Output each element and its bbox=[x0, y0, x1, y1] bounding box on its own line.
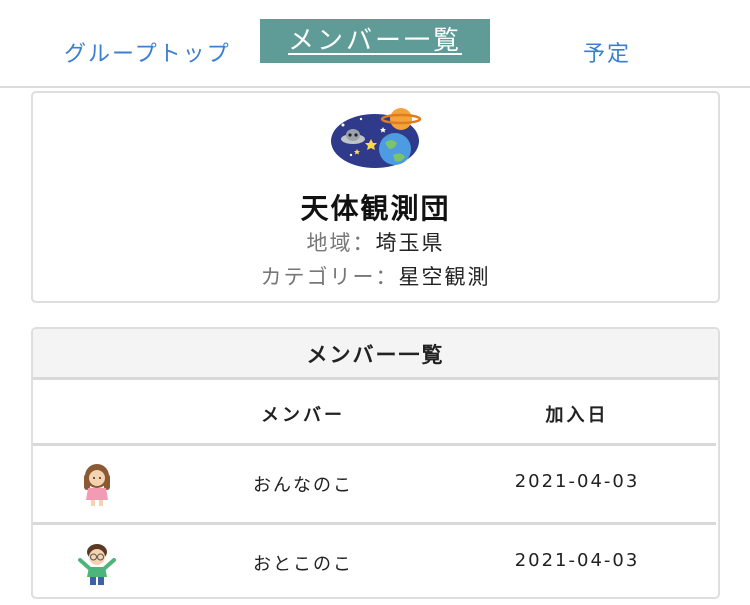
members-card: メンバー一覧 メンバー 加入日 おんなのこ 2021-04-03 おとこのこ 2… bbox=[31, 327, 720, 599]
column-header-joined: 加入日 bbox=[545, 405, 609, 426]
group-region: 地域：埼玉県 bbox=[33, 227, 718, 257]
space-planet-icon bbox=[331, 108, 422, 168]
divider bbox=[33, 522, 716, 525]
category-value: 星空観測 bbox=[398, 265, 491, 289]
members-section-title: メンバー一覧 bbox=[33, 329, 718, 378]
tab-schedule[interactable]: 予定 bbox=[583, 36, 631, 68]
divider bbox=[33, 443, 716, 446]
region-value: 埼玉県 bbox=[375, 231, 445, 255]
group-category: カテゴリー：星空観測 bbox=[33, 261, 718, 291]
column-header-member: メンバー bbox=[261, 405, 345, 426]
region-label: 地域： bbox=[306, 231, 376, 255]
tab-bar: グループトップ メンバー一覧 予定 bbox=[0, 0, 750, 88]
tab-group-top[interactable]: グループトップ bbox=[64, 36, 231, 68]
category-label: カテゴリー： bbox=[260, 265, 399, 289]
member-joined-date: 2021-04-03 bbox=[514, 471, 640, 492]
group-name: 天体観測団 bbox=[300, 192, 451, 225]
member-name: おとこのこ bbox=[253, 554, 353, 575]
boy-avatar-icon bbox=[78, 544, 116, 585]
divider bbox=[33, 377, 718, 380]
group-info-card: 天体観測団 地域：埼玉県 カテゴリー：星空観測 bbox=[31, 91, 720, 303]
member-joined-date: 2021-04-03 bbox=[514, 550, 640, 571]
girl-avatar-icon bbox=[84, 464, 110, 506]
member-name: おんなのこ bbox=[253, 475, 353, 496]
tab-members[interactable]: メンバー一覧 bbox=[260, 19, 490, 63]
